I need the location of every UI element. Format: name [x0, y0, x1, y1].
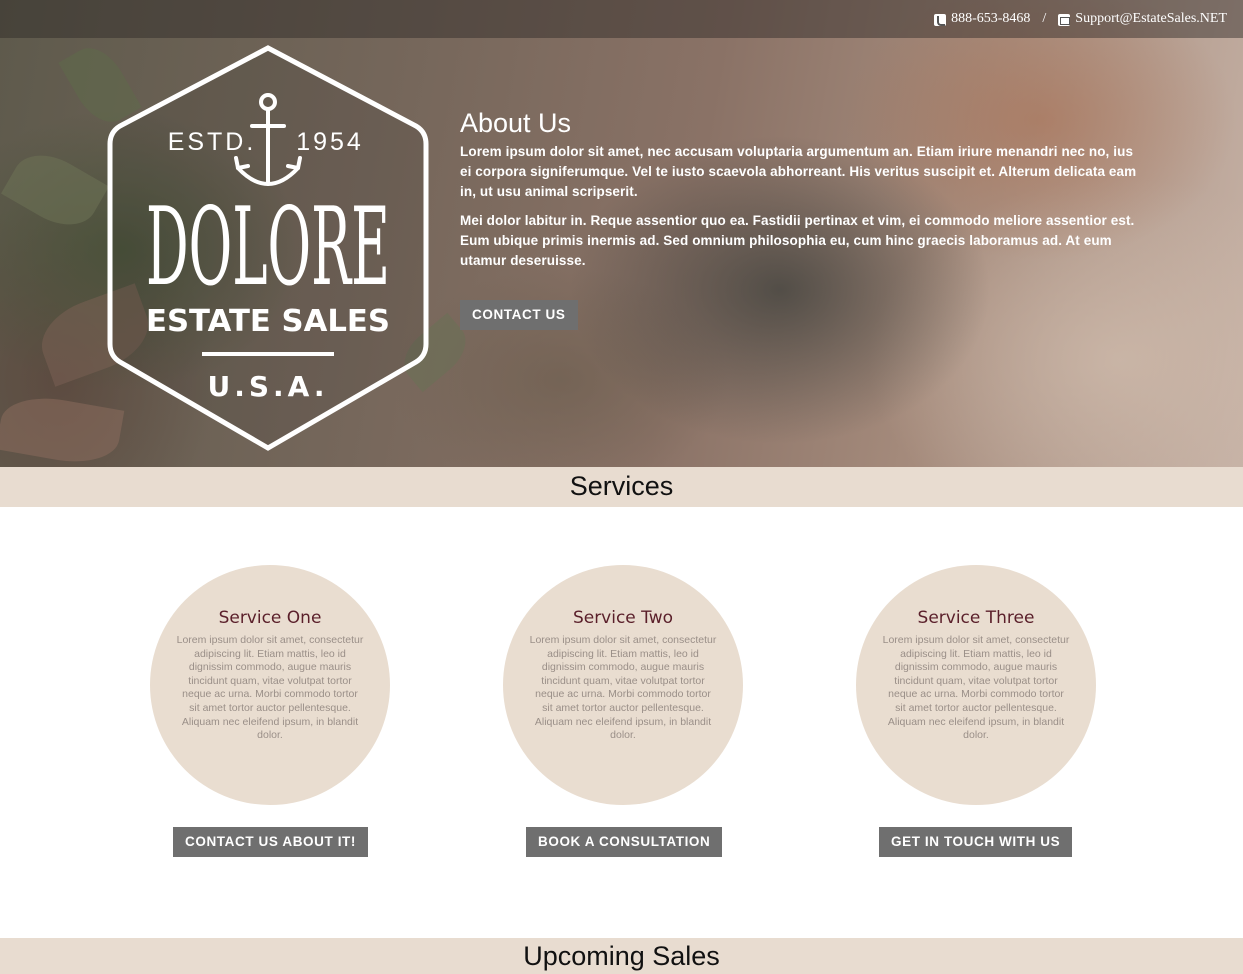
service-title: Service One [218, 608, 322, 628]
about-paragraph: Lorem ipsum dolor sit amet, nec accusam … [460, 144, 1137, 199]
email-address[interactable]: Support@EstateSales.NET [1075, 11, 1227, 27]
service-description: Lorem ipsum dolor sit amet, consectetur … [529, 634, 717, 742]
about-paragraph: Mei dolor labitur in. Reque assentior qu… [460, 213, 1135, 268]
service-circle: Service Three Lorem ipsum dolor sit amet… [856, 565, 1096, 805]
about-title: About Us [460, 108, 572, 138]
logo-name: DOLORE [146, 185, 390, 310]
phone-number[interactable]: 888-653-8468 [951, 11, 1030, 27]
contact-bar: 888-653-8468 / Support@EstateSales.NET [0, 0, 1243, 38]
contact-us-about-it-button[interactable]: CONTACT US ABOUT IT! [173, 827, 368, 857]
services-heading: Services [0, 467, 1243, 507]
topbar-separator: / [1042, 11, 1047, 26]
dolore-logo[interactable]: ESTD. 1954 DOLORE ESTATE SALES U.S.A. [106, 44, 430, 452]
service-description: Lorem ipsum dolor sit amet, consectetur … [176, 634, 364, 742]
envelope-icon [1058, 14, 1071, 26]
foliage-decoration [1, 141, 109, 239]
logo-tagline: ESTATE SALES [146, 304, 390, 339]
about-section: About Us Lorem ipsum dolor sit amet, nec… [460, 108, 1140, 330]
service-circle: Service One Lorem ipsum dolor sit amet, … [150, 565, 390, 805]
phone-icon [934, 14, 947, 26]
contact-us-button[interactable]: CONTACT US [460, 300, 578, 330]
service-title: Service Three [917, 608, 1035, 628]
upcoming-sales-heading: Upcoming Sales [0, 938, 1243, 974]
email-link[interactable]: Support@EstateSales.NET [1058, 11, 1227, 27]
hero-section: 888-653-8468 / Support@EstateSales.NET E… [0, 0, 1243, 467]
logo-estd: ESTD. [168, 128, 257, 156]
phone-link[interactable]: 888-653-8468 [934, 11, 1030, 27]
service-title: Service Two [572, 608, 674, 628]
service-card: Service One Lorem ipsum dolor sit amet, … [150, 565, 390, 805]
service-description: Lorem ipsum dolor sit amet, consectetur … [882, 634, 1070, 742]
service-card: Service Two Lorem ipsum dolor sit amet, … [503, 565, 743, 805]
book-consultation-button[interactable]: BOOK A CONSULTATION [526, 827, 723, 857]
logo-year: 1954 [296, 128, 364, 156]
get-in-touch-button[interactable]: GET IN TOUCH WITH US [879, 827, 1073, 857]
service-circle: Service Two Lorem ipsum dolor sit amet, … [503, 565, 743, 805]
service-card: Service Three Lorem ipsum dolor sit amet… [856, 565, 1096, 805]
logo-country: U.S.A. [207, 370, 328, 403]
